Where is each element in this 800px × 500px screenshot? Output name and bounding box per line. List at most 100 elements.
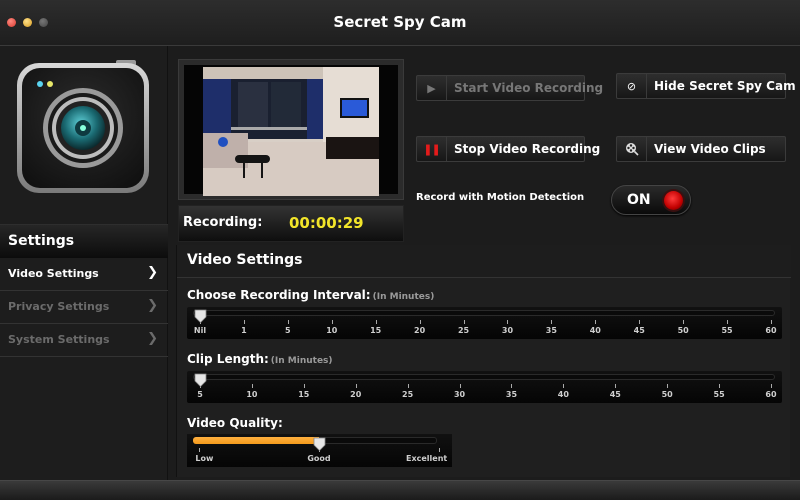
film-reel-search-icon [617,137,647,161]
video-quality-label: Video Quality: [187,416,283,430]
camera-app-icon [17,60,149,193]
title-bar: Secret Spy Cam [0,0,800,46]
slider-tick [355,384,357,388]
slider-tick [251,384,253,388]
sidebar-item-label: Video Settings [8,267,99,280]
slider-tick [771,320,772,324]
clip-length-slider[interactable]: 5 10 15 20 25 30 35 40 45 50 55 60 [187,371,782,403]
slider-tick [667,384,669,388]
recording-label: Recording: [183,215,263,230]
slider-tick [459,384,461,388]
quality-tick-label: Low [195,454,214,463]
slider-tick-label: Nil [193,326,207,335]
video-quality-fill [193,437,319,444]
recording-interval-label: Choose Recording Interval: (In Minutes) [187,288,435,302]
slider-tick [375,320,377,324]
slider-tick-label: 45 [609,390,621,399]
slider-tick [563,384,565,388]
slider-tick-label: 10 [326,326,338,335]
prohibited-icon: ⊘ [617,74,647,98]
motion-detection-toggle[interactable]: ON [611,185,691,215]
bottom-status-bar [0,480,800,500]
sidebar-item-privacy-settings[interactable]: Privacy Settings ❯ [0,291,168,324]
recording-status-bar: Recording: 00:00:29 [178,205,404,242]
settings-title: Settings [8,233,75,249]
slider-tick-label: 60 [765,326,777,335]
sidebar-item-system-settings[interactable]: System Settings ❯ [0,324,168,357]
slider-tick [683,320,685,324]
slider-tick-label: 5 [285,326,291,335]
chevron-right-icon: ❯ [147,265,158,280]
slider-tick [771,384,772,388]
slider-tick [439,448,440,452]
slider-tick-label: 20 [350,390,362,399]
clip-length-label: Clip Length: (In Minutes) [187,352,333,366]
slider-tick-label: 25 [457,326,470,335]
slider-tick-label: 1 [241,326,247,335]
slider-tick-label: 25 [402,390,414,399]
camera-preview [178,59,404,200]
pause-icon: ❚❚ [417,137,447,161]
slider-tick-label: 15 [298,390,310,399]
slider-tick [419,320,421,324]
slider-tick [331,320,333,324]
slider-tick [727,320,729,324]
slider-tick-label: 55 [721,326,733,335]
slider-tick-label: 35 [505,390,518,399]
slider-tick-label: 60 [765,390,777,399]
quality-tick-label: Excellent [406,454,448,463]
slider-tick [595,320,597,324]
slider-tick-label: 15 [370,326,382,335]
slider-tick-label: 55 [713,390,725,399]
sidebar-item-label: System Settings [8,333,110,346]
slider-tick [507,320,509,324]
video-quality-slider[interactable]: Low Good Excellent [187,434,452,467]
hide-secret-spy-cam-button[interactable]: ⊘ Hide Secret Spy Cam [616,73,796,99]
slider-tick-label: 50 [677,326,689,335]
slider-tick [463,320,465,324]
camera-feed-image [203,67,379,196]
slider-tick-label: 10 [246,390,258,399]
slider-tick [303,384,305,388]
slider-tick [639,320,641,324]
start-video-recording-button[interactable]: ▶ Start Video Recording [416,75,603,101]
clip-length-unit: (In Minutes) [270,356,333,366]
slider-tick [407,384,409,388]
slider-tick [511,384,513,388]
recording-interval-unit: (In Minutes) [372,292,435,302]
recording-interval-slider[interactable]: Nil 1 5 10 15 20 25 30 35 40 45 50 55 60 [187,307,782,339]
slider-tick [243,320,245,324]
slider-tick-label: 30 [501,326,514,335]
slider-tick-label: 30 [453,390,466,399]
slider-tick-label: 40 [557,390,569,399]
stop-video-recording-button[interactable]: ❚❚ Stop Video Recording [416,136,600,162]
slider-tick-label: 5 [197,390,203,399]
video-settings-header: Video Settings [177,245,791,278]
record-indicator-icon [664,191,683,210]
video-settings-title: Video Settings [187,252,303,268]
slider-tick-label: 45 [633,326,645,335]
slider-tick-label: 40 [589,326,601,335]
slider-tick-label: 35 [545,326,557,335]
slider-tick [287,320,289,324]
sidebar-item-video-settings[interactable]: Video Settings ❯ [0,258,168,291]
video-settings-panel: Video Settings Choose Recording Interval… [176,245,791,477]
chevron-right-icon: ❯ [147,298,158,313]
settings-header: Settings [0,224,168,258]
motion-detection-label: Record with Motion Detection [416,192,585,203]
chevron-right-icon: ❯ [147,331,158,346]
quality-tick-label: Good [307,454,331,463]
slider-tick-label: 50 [661,390,673,399]
sidebar: Settings Video Settings ❯ Privacy Settin… [0,46,168,480]
slider-tick [551,320,553,324]
play-icon: ▶ [417,76,447,100]
slider-thumb[interactable] [194,372,207,388]
slider-thumb[interactable] [313,436,326,452]
sidebar-item-label: Privacy Settings [8,300,110,313]
window-title: Secret Spy Cam [333,13,467,31]
slider-tick [615,384,617,388]
slider-tick [199,448,200,452]
slider-thumb[interactable] [194,308,207,324]
view-video-clips-button[interactable]: View Video Clips [616,136,786,162]
slider-tick [719,384,721,388]
